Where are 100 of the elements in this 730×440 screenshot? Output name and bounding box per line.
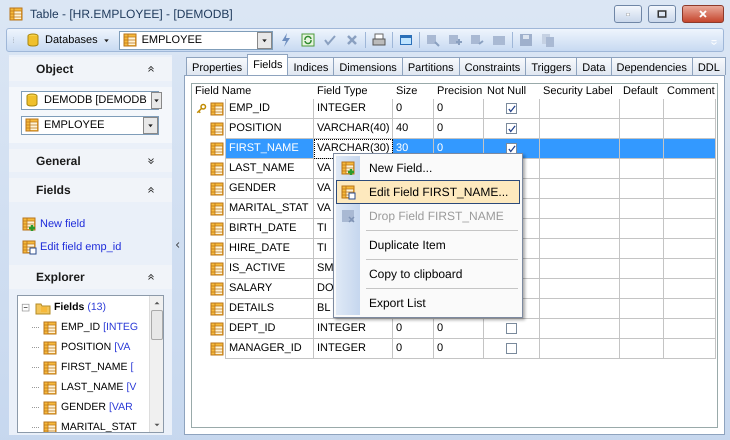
maximize-icon [656, 8, 668, 20]
tab[interactable]: Partitions [402, 57, 460, 75]
column-header[interactable]: Field Type [314, 84, 393, 99]
checkbox[interactable] [506, 103, 517, 114]
window-icon[interactable] [398, 32, 414, 48]
checkbox[interactable] [506, 323, 517, 334]
tab[interactable]: Data [576, 57, 612, 75]
minimize-button[interactable] [614, 5, 642, 23]
column-header[interactable]: Precision [434, 84, 484, 99]
tree-node[interactable]: POSITION [VA [20, 338, 147, 358]
table-cell [620, 139, 664, 159]
tree-node[interactable]: EMP_ID [INTEG [20, 318, 147, 338]
printer-icon[interactable] [370, 32, 387, 48]
table-cell: FIRST_NAME [226, 139, 314, 159]
drop-field-icon [340, 208, 356, 224]
checkbox[interactable] [506, 143, 517, 154]
table-icon [209, 181, 225, 197]
tab[interactable]: Dependencies [610, 57, 693, 75]
collapse-icon[interactable] [146, 185, 156, 196]
table-cell [664, 219, 716, 239]
table-cell [620, 179, 664, 199]
databases-dropdown[interactable]: Databases [21, 32, 115, 48]
close-button[interactable] [682, 5, 724, 23]
table-icon [209, 301, 225, 317]
table-cell: EMP_ID [226, 99, 314, 119]
table-cell: MARITAL_STAT [226, 199, 314, 219]
tree-node[interactable]: LAST_NAME [V [20, 378, 147, 398]
table-cell [664, 279, 716, 299]
maximize-button[interactable] [648, 5, 676, 23]
table-cell: SALARY [226, 279, 314, 299]
table-cell: DEPT_ID [226, 319, 314, 339]
table-cell: 0 [393, 339, 434, 359]
table-cell: GENDER [226, 179, 314, 199]
minimize-icon [624, 12, 632, 16]
tab[interactable]: DDL [692, 57, 726, 75]
scrollbar-thumb[interactable] [150, 310, 162, 340]
checkbox[interactable] [506, 123, 517, 134]
table-edit-icon[interactable] [424, 32, 441, 48]
column-header[interactable]: Not Null [484, 84, 540, 99]
column-header[interactable]: Security Label [540, 84, 620, 99]
table-icon [42, 360, 58, 376]
table-cell: MANAGER_ID [226, 339, 314, 359]
table-cell: INTEGER [314, 339, 393, 359]
table-icon [209, 221, 225, 237]
column-header[interactable]: Comment [664, 84, 716, 99]
table-icon [209, 161, 225, 177]
object-combo[interactable]: EMPLOYEE [21, 116, 159, 135]
table-icon [209, 261, 225, 277]
tree-node[interactable]: MARITAL_STAT [20, 418, 147, 432]
table-icon [42, 420, 58, 432]
collapse-icon[interactable] [146, 272, 156, 282]
table-cell: 0 [434, 319, 484, 339]
table-cell [664, 99, 716, 119]
sidebar-link[interactable]: Edit field emp_id [21, 238, 166, 256]
tree-node[interactable]: GENDER [VAR [20, 398, 147, 418]
database-icon [25, 32, 41, 48]
table-cell: BIRTH_DATE [226, 219, 314, 239]
table-icon [24, 117, 40, 134]
edit-field-icon [340, 184, 356, 200]
column-header[interactable]: Size [393, 84, 434, 99]
table-cell [620, 159, 664, 179]
menu-item[interactable]: Edit Field FIRST_NAME... [336, 180, 520, 204]
tab[interactable]: Triggers [525, 57, 578, 75]
object-combo[interactable]: EMPLOYEE [118, 30, 273, 50]
table-icon [209, 101, 225, 117]
tab[interactable]: Fields [247, 54, 288, 75]
tab[interactable]: Indices [287, 57, 334, 75]
tree-node[interactable]: Fields (13) [20, 298, 147, 318]
table-cell [620, 239, 664, 259]
expand-icon[interactable] [146, 156, 156, 166]
table-cell: HIRE_DATE [226, 239, 314, 259]
collapse-icon[interactable] [146, 64, 156, 74]
table-cell [664, 339, 716, 359]
column-header[interactable]: Default [620, 84, 664, 99]
sidebar-link[interactable]: New field [21, 216, 166, 233]
tab[interactable]: Dimensions [333, 57, 403, 75]
checkbox[interactable] [506, 343, 517, 354]
table-cell [664, 239, 716, 259]
table-icon [42, 340, 58, 356]
column-header[interactable]: Field Name [192, 84, 314, 99]
tab[interactable]: Properties [186, 57, 248, 75]
tab[interactable]: Constraints [458, 57, 526, 75]
edit-field-icon [21, 238, 37, 255]
section-header[interactable]: General [9, 148, 172, 172]
object-combo[interactable]: DEMODB [DEMODB [21, 90, 159, 110]
refresh-icon[interactable] [300, 32, 316, 48]
table-icon [8, 6, 24, 22]
add-field-icon [21, 216, 37, 232]
table-cell [664, 299, 716, 319]
table-cell [620, 319, 664, 339]
section-header[interactable]: Fields [9, 178, 172, 202]
table-cell: INTEGER [314, 319, 393, 339]
table-edit-icon[interactable] [446, 32, 463, 48]
section-header[interactable]: Explorer [9, 265, 172, 289]
table-icon [42, 380, 58, 396]
table-cell [664, 259, 716, 279]
add-field-icon [340, 160, 356, 176]
tree-node[interactable]: FIRST_NAME [ [20, 358, 147, 378]
table-cell [620, 299, 664, 319]
section-header[interactable]: Object [9, 57, 172, 81]
